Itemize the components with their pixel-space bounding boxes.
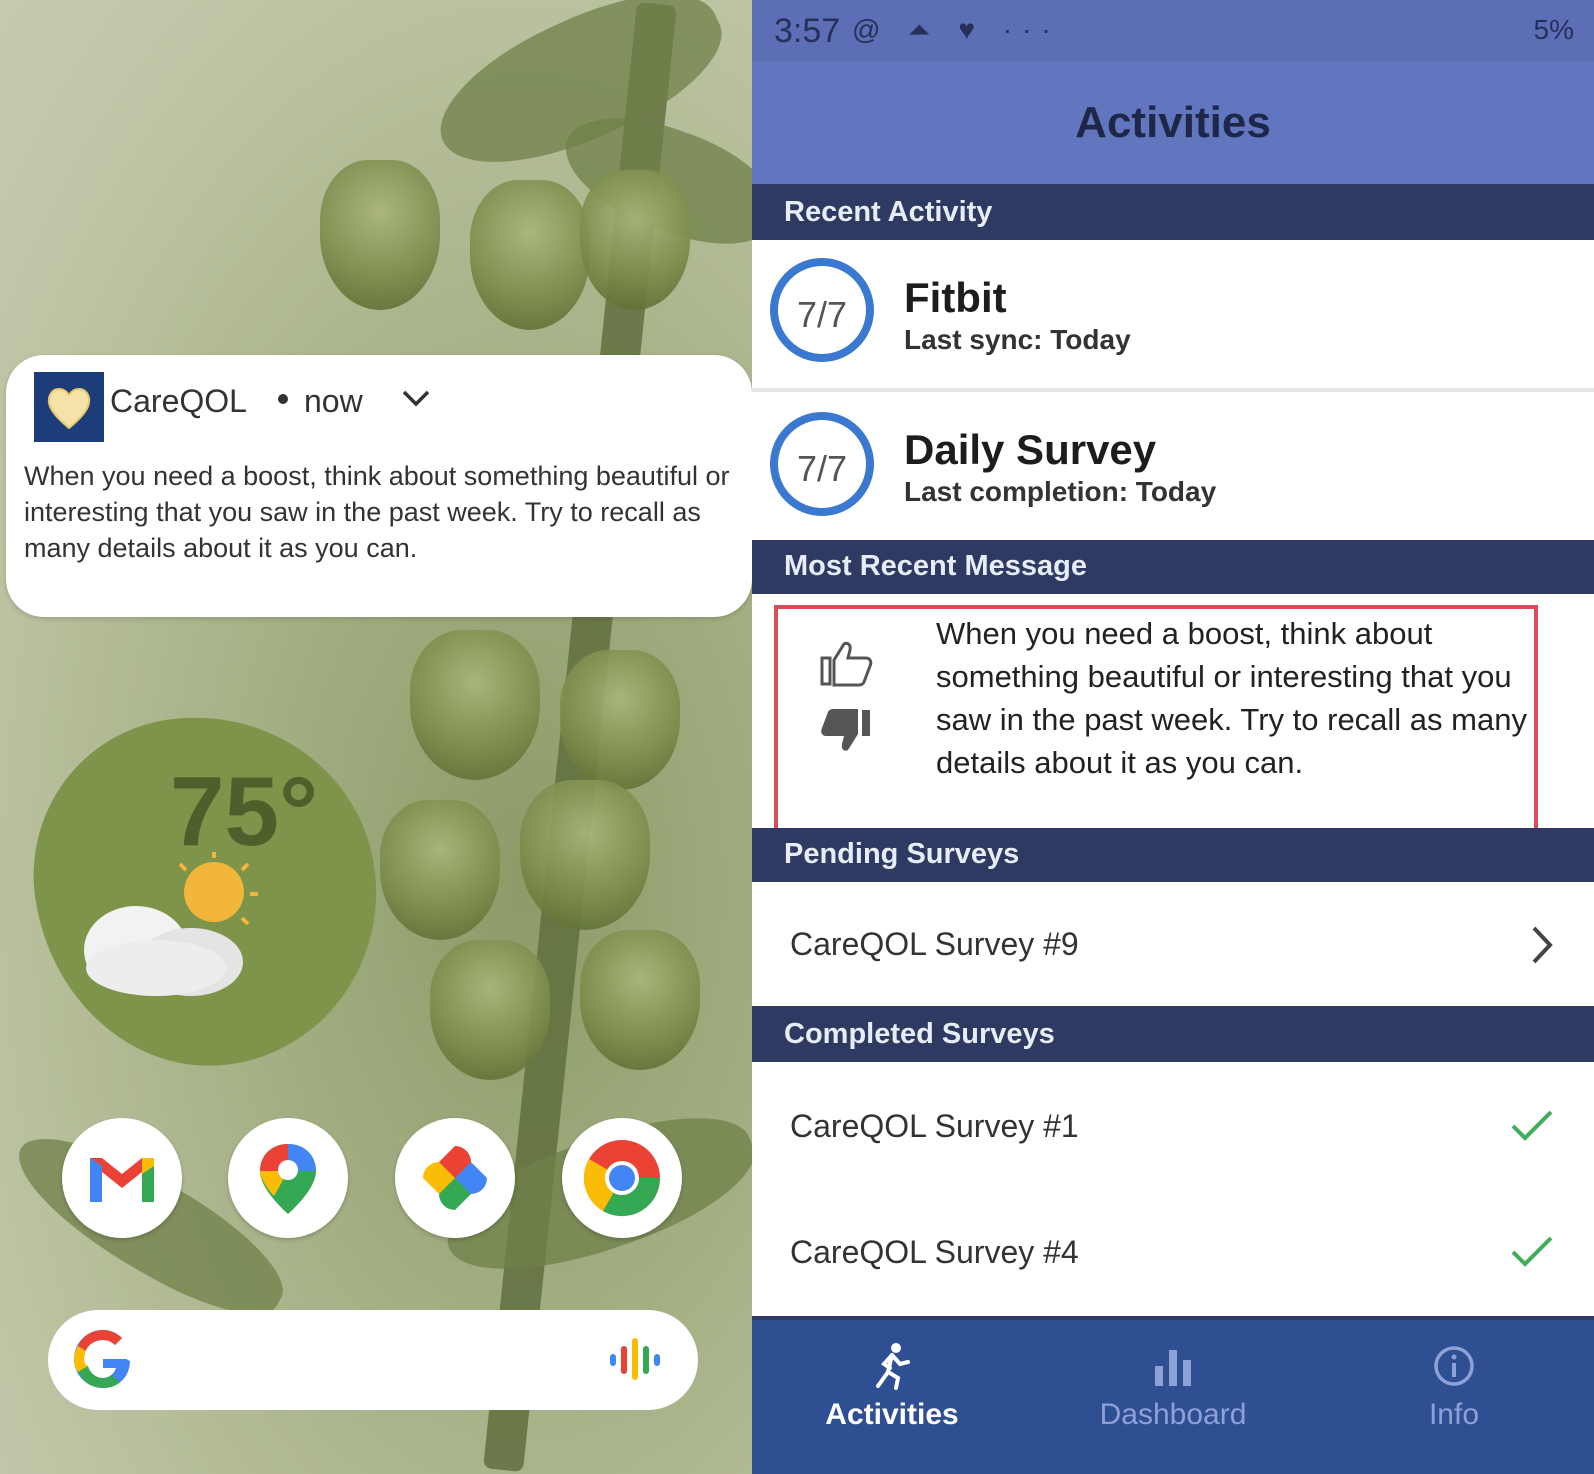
section-title: Pending Surveys [784,838,1020,870]
activity-name: Fitbit [904,274,1007,321]
expand-chevron-icon[interactable] [401,388,431,413]
home-screen: CareQOL now When you need a boost, think… [0,0,752,1474]
progress-ring: 7/7 [770,412,874,516]
wallpaper-flower [580,930,700,1070]
wallpaper-flower [520,780,650,930]
voice-search-icon[interactable] [608,1334,668,1389]
activity-status: Last sync: Today [904,324,1131,355]
checkmark-icon [1510,1234,1554,1273]
wallpaper-flower [320,160,440,310]
section-header-completed: Completed Surveys [752,1008,1594,1060]
tab-activities[interactable]: Activities [752,1320,1032,1474]
wallpaper-flower [380,800,500,940]
activity-name: Daily Survey [904,426,1157,473]
thumbs-up-icon[interactable] [818,638,874,693]
bar-chart-icon [1155,1350,1191,1386]
google-logo-icon [70,1326,136,1397]
tab-info[interactable]: Info [1314,1320,1594,1474]
tab-label: Activities [825,1398,959,1431]
section-title: Completed Surveys [784,1018,1055,1050]
careqol-app-screen: 3:57 @ ⏶ ♥ ··· 5% Activities Recent Acti… [752,0,1594,1474]
status-bar: 3:57 @ ⏶ ♥ ··· 5% [752,0,1594,62]
recent-message-text: When you need a boost, think about somet… [936,616,1527,780]
survey-name: CareQOL Survey #1 [790,1108,1079,1144]
running-icon [876,1343,910,1390]
notification-card[interactable]: CareQOL now When you need a boost, think… [6,355,752,617]
survey-name: CareQOL Survey #4 [790,1234,1079,1270]
google-search-bar[interactable] [48,1310,698,1410]
partly-cloudy-icon [76,850,276,1005]
notification-app-name: CareQOL [110,383,247,419]
page-title: Activities [1075,98,1271,147]
wallpaper-flower [430,940,550,1080]
thumbs-down-icon[interactable] [818,706,874,761]
completed-survey-row[interactable]: CareQOL Survey #4 [752,1188,1594,1316]
progress-label: 7/7 [796,448,848,489]
maps-icon[interactable] [228,1118,348,1238]
app-header: Activities [752,62,1594,184]
notification-message: When you need a boost, think about somet… [24,461,730,563]
section-header-recent: Recent Activity [752,186,1594,238]
progress-ring: 7/7 [770,258,874,362]
status-time: 3:57 [774,12,841,50]
section-title: Most Recent Message [784,550,1087,582]
wallpaper-flower [470,180,590,330]
separator-dot [278,394,288,404]
chrome-icon[interactable] [562,1118,682,1238]
status-notification-icons: @ ⏶ ♥ ··· [852,14,1061,45]
pending-survey-row[interactable]: CareQOL Survey #9 [752,882,1594,1006]
tab-dashboard[interactable]: Dashboard [1033,1320,1313,1474]
tab-label: Info [1428,1398,1480,1431]
careqol-app-icon [34,372,104,442]
photos-icon[interactable] [395,1118,515,1238]
completed-survey-row[interactable]: CareQOL Survey #1 [752,1062,1594,1188]
wallpaper-flower [560,650,680,790]
section-title: Recent Activity [784,196,993,228]
bottom-tab-bar: Activities Dashboard Info [752,1320,1594,1474]
progress-label: 7/7 [796,294,848,335]
activity-card-daily-survey[interactable]: 7/7 Daily Survey Last completion: Today [752,392,1594,540]
activity-card-fitbit[interactable]: 7/7 Fitbit Last sync: Today [752,240,1594,388]
survey-name: CareQOL Survey #9 [790,926,1079,962]
section-header-pending: Pending Surveys [752,828,1594,880]
checkmark-icon [1510,1108,1554,1147]
chevron-right-icon [1530,924,1554,971]
activity-status: Last completion: Today [904,476,1217,507]
tab-label: Dashboard [1099,1398,1247,1431]
gmail-icon[interactable] [62,1118,182,1238]
wallpaper-flower [580,170,690,310]
notification-time: now [304,383,363,419]
wallpaper-flower [410,630,540,780]
info-icon [1434,1346,1474,1386]
section-header-message: Most Recent Message [752,540,1594,592]
battery-level: 5% [1533,14,1574,45]
